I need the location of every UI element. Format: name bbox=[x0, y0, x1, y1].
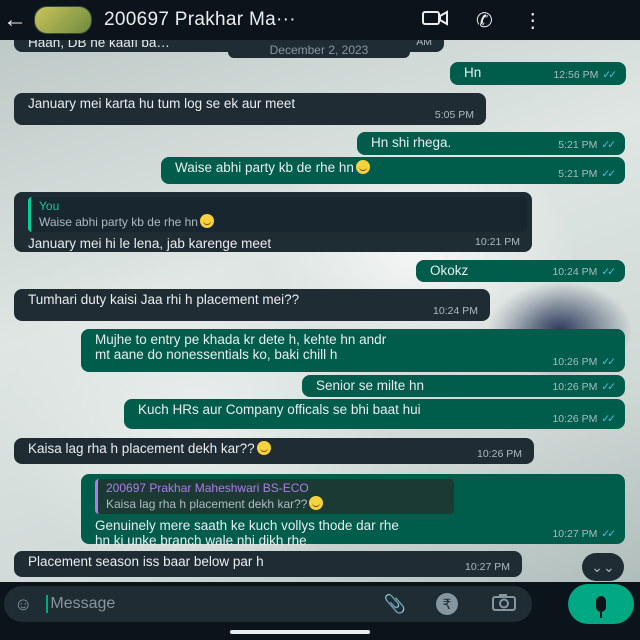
message-bubble[interactable]: January mei karta hu tum log se ek aur m… bbox=[14, 93, 486, 125]
message-time: 10:24 PM bbox=[433, 305, 478, 317]
message-text: Kuch HRs aur Company officals se bhi baa… bbox=[138, 402, 421, 417]
quoted-text: Waise abhi party kb de rhe hn bbox=[39, 215, 198, 229]
message-meta: 10:27 PM ✓✓ bbox=[552, 527, 616, 542]
message-time: 10:26 PM bbox=[552, 356, 598, 368]
message-text: Tumhari duty kaisi Jaa rhi h placement m… bbox=[28, 292, 300, 307]
message-bubble-reply[interactable]: 200697 Prakhar Maheshwari BS-ECO Kaisa l… bbox=[81, 474, 625, 548]
read-ticks-icon: ✓✓ bbox=[601, 381, 616, 393]
message-time: 10:27 PM bbox=[465, 561, 510, 573]
more-vertical-icon[interactable]: ⋮ bbox=[523, 8, 543, 33]
message-time: 10:26 PM bbox=[552, 413, 598, 425]
double-chevron-down-icon[interactable]: ⌄⌄ bbox=[582, 553, 624, 581]
message-bubble[interactable]: Waise abhi party kb de rhe hn 5:21 PM ✓✓ bbox=[161, 157, 625, 184]
read-ticks-icon: ✓✓ bbox=[601, 413, 616, 425]
message-bubble-reply[interactable]: You Waise abhi party kb de rhe hn Januar… bbox=[14, 192, 532, 252]
message-meta: 10:26 PM ✓✓ bbox=[552, 355, 616, 370]
message-text-line: mt aane do nonessentials ko, baki chill … bbox=[95, 347, 338, 362]
message-meta: 5:21 PM ✓✓ bbox=[558, 167, 616, 182]
message-text: Hn shi rhega. bbox=[371, 135, 452, 150]
message-bubble[interactable]: Mujhe to entry pe khada kr dete h, kehte… bbox=[81, 329, 625, 372]
message-text: Placement season iss baar below par h bbox=[28, 554, 264, 569]
message-meta: 10:26 PM ✓✓ bbox=[552, 380, 616, 395]
message-time: 12:56 PM bbox=[553, 69, 599, 81]
message-time: 10:21 PM bbox=[475, 236, 520, 248]
paperclip-icon[interactable]: 📎 bbox=[384, 594, 406, 615]
read-ticks-icon: ✓✓ bbox=[601, 528, 616, 540]
message-bubble[interactable]: Okokz 10:24 PM ✓✓ bbox=[416, 260, 625, 282]
message-bubble[interactable]: Tumhari duty kaisi Jaa rhi h placement m… bbox=[14, 289, 490, 321]
message-text: January mei hi le lena, jab karenge meet bbox=[28, 236, 272, 251]
quoted-text: Kaisa lag rha h placement dekh kar?? bbox=[106, 497, 308, 511]
message-bubble[interactable]: Hn shi rhega. 5:21 PM ✓✓ bbox=[357, 132, 625, 155]
contact-name[interactable]: 200697 Prakhar Ma··· bbox=[104, 9, 416, 31]
message-text: Kaisa lag rha h placement dekh kar?? bbox=[28, 441, 255, 456]
message-time: 5:05 PM bbox=[434, 109, 474, 121]
system-nav-handle[interactable] bbox=[230, 630, 370, 634]
read-ticks-icon: ✓✓ bbox=[601, 168, 616, 180]
chat-header: ← 200697 Prakhar Ma··· ✆ ⋮ bbox=[0, 0, 640, 40]
read-ticks-icon: ✓✓ bbox=[602, 69, 617, 81]
message-bubble[interactable]: Hn 12:56 PM ✓✓ bbox=[450, 62, 626, 85]
avatar[interactable] bbox=[34, 6, 92, 34]
message-text-line: Genuinely mere saath ke kuch vollys thod… bbox=[95, 518, 399, 533]
message-meta: 10:26 PM ✓✓ bbox=[552, 412, 616, 427]
phone-icon[interactable]: ✆ bbox=[476, 8, 493, 33]
message-time: 10:27 PM bbox=[552, 528, 598, 540]
smile-emoji-icon bbox=[199, 214, 214, 228]
message-bubble[interactable]: Kaisa lag rha h placement dekh kar?? 10:… bbox=[14, 438, 534, 464]
quoted-sender: You bbox=[39, 199, 60, 213]
read-ticks-icon: ✓✓ bbox=[601, 266, 616, 278]
quoted-sender: 200697 Prakhar Maheshwari BS-ECO bbox=[106, 481, 309, 495]
camera-icon[interactable] bbox=[492, 593, 516, 616]
message-text: Hn bbox=[464, 65, 482, 80]
message-time: 10:26 PM bbox=[477, 448, 522, 460]
message-bubble[interactable]: Placement season iss baar below par h 10… bbox=[14, 551, 522, 577]
smile-emoji-icon bbox=[309, 496, 324, 510]
message-meta: 5:21 PM ✓✓ bbox=[558, 138, 616, 153]
message-input-container[interactable]: ☺ Message 📎 ₹ bbox=[4, 586, 532, 622]
message-time: 5:21 PM bbox=[558, 139, 598, 151]
message-text-line: hn ki unke branch wale nhi dikh rhe bbox=[95, 533, 307, 548]
message-bubble[interactable]: Kuch HRs aur Company officals se bhi baa… bbox=[124, 399, 625, 429]
read-ticks-icon: ✓✓ bbox=[601, 356, 616, 368]
message-time: 5:21 PM bbox=[558, 168, 598, 180]
message-bubble[interactable]: Senior se milte hn 10:26 PM ✓✓ bbox=[302, 375, 625, 397]
quoted-text-row: Kaisa lag rha h placement dekh kar?? bbox=[106, 496, 446, 512]
microphone-icon[interactable] bbox=[568, 584, 634, 624]
mic-glyph bbox=[596, 596, 606, 618]
message-input[interactable]: Message bbox=[46, 595, 115, 613]
message-meta: 12:56 PM ✓✓ bbox=[553, 68, 617, 83]
video-call-icon[interactable] bbox=[422, 9, 448, 32]
read-ticks-icon: ✓✓ bbox=[601, 139, 616, 151]
emoji-icon[interactable]: ☺ bbox=[14, 594, 32, 615]
smile-emoji-icon bbox=[355, 160, 370, 174]
message-time: 10:24 PM bbox=[552, 266, 598, 278]
message-text-line: Mujhe to entry pe khada kr dete h, kehte… bbox=[95, 332, 387, 347]
smile-emoji-icon bbox=[256, 441, 271, 455]
message-time: 10:26 PM bbox=[552, 381, 598, 393]
message-text: Senior se milte hn bbox=[316, 378, 425, 393]
rupee-icon[interactable]: ₹ bbox=[436, 593, 458, 615]
message-text: Okokz bbox=[430, 263, 469, 278]
quoted-text-row: Waise abhi party kb de rhe hn bbox=[39, 214, 519, 230]
message-text: January mei karta hu tum log se ek aur m… bbox=[28, 96, 296, 111]
message-meta: 10:24 PM ✓✓ bbox=[552, 265, 616, 280]
message-text: Waise abhi party kb de rhe hn bbox=[175, 160, 354, 175]
arrow-left-icon[interactable]: ← bbox=[0, 6, 30, 34]
quoted-message[interactable]: You Waise abhi party kb de rhe hn bbox=[28, 197, 527, 232]
date-chip: December 2, 2023 bbox=[228, 42, 410, 58]
quoted-message[interactable]: 200697 Prakhar Maheshwari BS-ECO Kaisa l… bbox=[95, 479, 454, 514]
